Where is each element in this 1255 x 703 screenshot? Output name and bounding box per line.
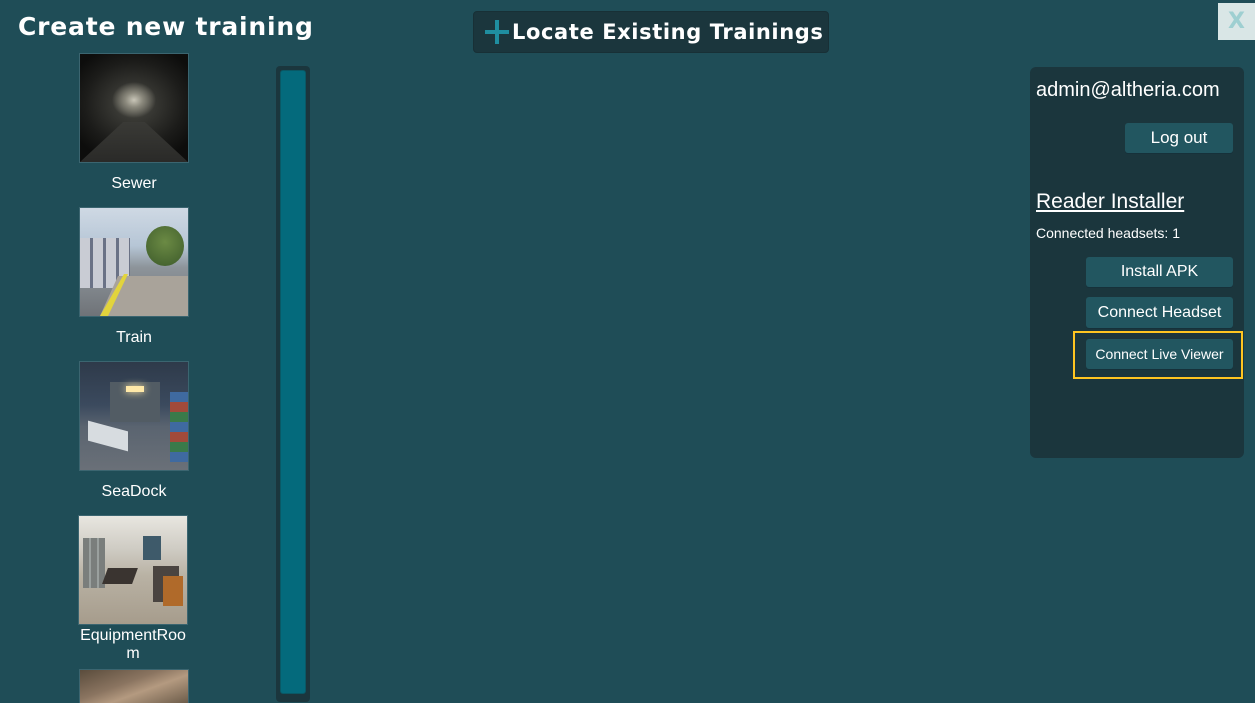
scene-thumbnail-sewer — [79, 53, 189, 163]
scene-thumbnail-partial — [79, 669, 189, 703]
account-panel: admin@altheria.com Log out Reader Instal… — [1030, 67, 1244, 458]
app-window: Create new training Locate Existing Trai… — [0, 0, 1255, 703]
scrollbar-thumb[interactable] — [280, 70, 306, 694]
scene-label: Train — [116, 329, 152, 346]
scene-thumbnail-equipmentroom — [78, 515, 188, 625]
scene-thumbnail-train — [79, 207, 189, 317]
scene-label: Sewer — [111, 175, 157, 192]
scene-list-scrollbar[interactable] — [276, 66, 310, 702]
scene-item-seadock[interactable]: SeaDock — [79, 361, 189, 501]
scene-label: SeaDock — [101, 483, 167, 500]
user-email: admin@altheria.com — [1036, 79, 1220, 101]
scene-item-partial[interactable] — [79, 669, 189, 703]
scene-item-train[interactable]: Train — [79, 207, 189, 347]
connect-live-viewer-button[interactable]: Connect Live Viewer — [1086, 339, 1233, 369]
locate-existing-trainings-label: Locate Existing Trainings — [512, 20, 824, 44]
scene-thumbnail-seadock — [79, 361, 189, 471]
scene-item-equipmentroom[interactable]: EquipmentRoom — [78, 515, 188, 663]
install-apk-button[interactable]: Install APK — [1086, 257, 1233, 287]
scene-list: Sewer Train SeaDock EquipmentRoom — [0, 0, 270, 703]
connect-headset-button[interactable]: Connect Headset — [1086, 297, 1233, 328]
plus-icon — [484, 19, 510, 45]
scene-item-sewer[interactable]: Sewer — [79, 53, 189, 193]
scene-label: EquipmentRoom — [80, 627, 186, 662]
logout-button[interactable]: Log out — [1125, 123, 1233, 153]
connected-headsets-status: Connected headsets: 1 — [1036, 225, 1180, 241]
close-button[interactable]: X — [1218, 3, 1255, 40]
locate-existing-trainings-button[interactable]: Locate Existing Trainings — [473, 11, 829, 53]
reader-installer-link[interactable]: Reader Installer — [1036, 190, 1184, 214]
